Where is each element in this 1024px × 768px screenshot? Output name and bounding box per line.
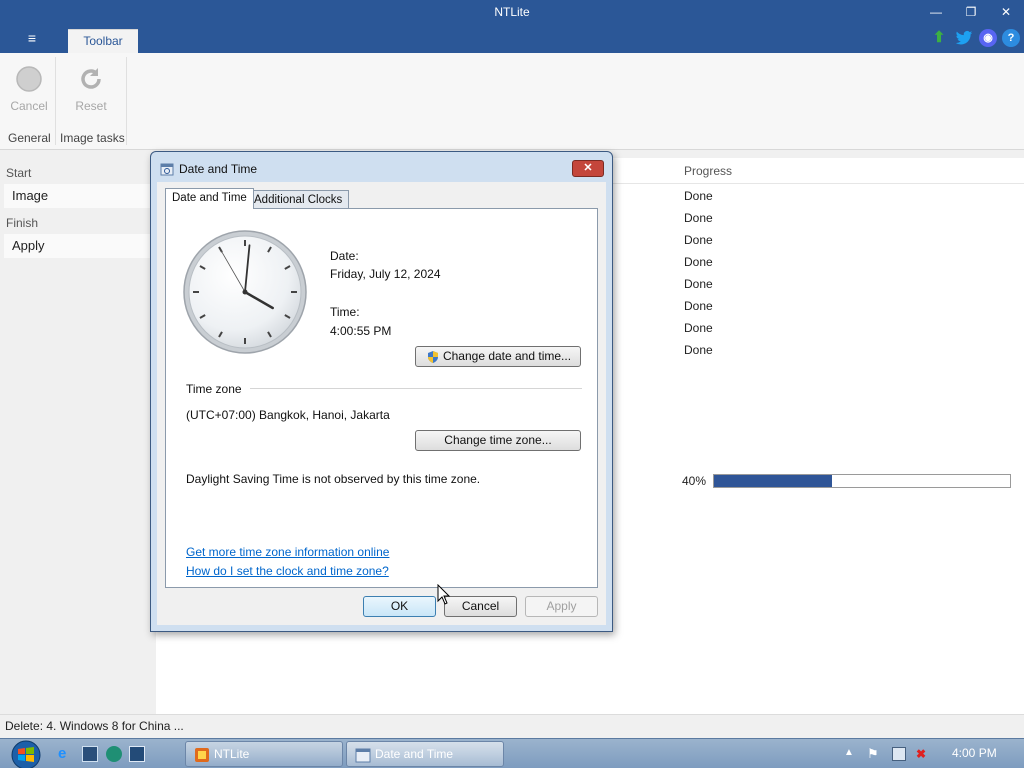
tab-additional-clocks[interactable]: Additional Clocks	[247, 190, 350, 210]
cancel-button[interactable]: Cancel	[444, 596, 517, 617]
reset-button[interactable]: Reset	[67, 61, 115, 117]
dialog-body: Date and Time Additional Clocks Date: Fr…	[157, 182, 606, 625]
dialog-title: Date and Time	[179, 162, 258, 176]
ribbon-tabbar: ≡ Toolbar ⬆ ◉ ?	[0, 24, 1024, 53]
volume-muted-icon[interactable]: ✖	[916, 747, 930, 761]
clock-help-link[interactable]: How do I set the clock and time zone?	[186, 564, 389, 578]
uac-shield-icon	[428, 351, 438, 363]
date-time-dialog: Date and Time ✕ Date and Time Additional…	[150, 151, 613, 632]
progress-item: Done	[684, 233, 713, 247]
header-divider	[612, 183, 1024, 184]
sidebar-start-header: Start	[6, 166, 32, 180]
progress-item: Done	[684, 321, 713, 335]
ok-button[interactable]: OK	[363, 596, 436, 617]
internet-explorer-icon[interactable]: e	[58, 746, 74, 762]
apply-button[interactable]: Apply	[525, 596, 598, 617]
taskbar-item-label: NTLite	[214, 747, 250, 761]
close-button[interactable]: ✕	[994, 3, 1018, 21]
reset-label: Reset	[75, 99, 107, 113]
discord-icon[interactable]: ◉	[979, 29, 997, 47]
app-title: NTLite	[494, 5, 530, 19]
progress-bar-fill	[714, 475, 833, 487]
menu-icon[interactable]: ≡	[18, 30, 46, 48]
mouse-cursor-icon	[437, 584, 451, 605]
ribbon-separator	[126, 57, 127, 145]
date-time-tab-panel: Date: Friday, July 12, 2024 Time: 4:00:5…	[165, 208, 598, 588]
date-value: Friday, July 12, 2024	[330, 267, 441, 281]
ribbon: Cancel Reset General Image tasks	[0, 53, 1024, 150]
show-hidden-icons-icon[interactable]: ▲	[844, 747, 858, 761]
minimize-button[interactable]: —	[924, 3, 948, 21]
progress-bar	[713, 474, 1011, 488]
start-button[interactable]	[8, 740, 44, 768]
progress-item: Done	[684, 277, 713, 291]
taskbar-clock[interactable]: 4:00 PM	[952, 746, 997, 760]
status-bar: Delete: 4. Windows 8 for China ...	[0, 714, 1024, 738]
cancel-button[interactable]: Cancel	[5, 61, 53, 117]
tab-toolbar[interactable]: Toolbar	[68, 29, 138, 53]
sidebar-item-apply[interactable]: Apply	[4, 234, 152, 258]
progress-item: Done	[684, 299, 713, 313]
taskbar-item-ntlite[interactable]: NTLite	[185, 741, 343, 767]
progress-item: Done	[684, 189, 713, 203]
group-image-tasks-label: Image tasks	[60, 131, 125, 145]
taskbar: e NTLite Date and Time ▲ ⚑ ✖ 4:00 PM	[0, 738, 1024, 768]
progress-column-header: Progress	[684, 164, 733, 178]
twitter-icon[interactable]	[955, 29, 973, 47]
sidebar-item-image[interactable]: Image	[4, 184, 152, 208]
group-general-label: General	[8, 131, 51, 145]
tab-date-and-time[interactable]: Date and Time	[165, 188, 254, 209]
show-desktop-icon[interactable]	[82, 746, 98, 762]
dst-note: Daylight Saving Time is not observed by …	[186, 472, 481, 486]
ribbon-separator	[55, 57, 56, 145]
progress-item: Done	[684, 343, 713, 357]
sidebar: Start Image Finish Apply	[0, 158, 156, 714]
time-zone-info-link[interactable]: Get more time zone information online	[186, 545, 389, 559]
cancel-label: Cancel	[10, 99, 48, 113]
progress-percent: 40%	[682, 474, 707, 488]
analog-clock	[183, 230, 307, 354]
taskbar-item-date-time[interactable]: Date and Time	[346, 741, 504, 767]
app-titlebar: NTLite — ❐ ✕	[0, 0, 1024, 24]
ntlite-app-icon	[195, 748, 209, 762]
progress-item: Done	[684, 211, 713, 225]
dialog-close-button[interactable]: ✕	[572, 160, 604, 177]
change-date-time-label: Change date and time...	[442, 349, 572, 363]
timezone-value: (UTC+07:00) Bangkok, Hanoi, Jakarta	[186, 408, 390, 422]
timezone-divider	[250, 388, 582, 389]
date-label: Date:	[330, 249, 359, 263]
refresh-icon	[81, 68, 101, 89]
change-time-zone-button[interactable]: Change time zone...	[415, 430, 581, 451]
time-value: 4:00:55 PM	[330, 324, 392, 338]
progress-item: Done	[684, 255, 713, 269]
calendar-clock-icon	[160, 163, 174, 176]
sidebar-finish-header: Finish	[6, 216, 39, 230]
taskbar-item-label: Date and Time	[375, 747, 454, 761]
update-arrow-icon[interactable]: ⬆	[930, 29, 948, 47]
help-icon[interactable]: ?	[1002, 29, 1020, 47]
change-date-time-button[interactable]: Change date and time...	[415, 346, 581, 367]
media-player-icon[interactable]	[106, 746, 122, 762]
switch-windows-icon[interactable]	[129, 746, 145, 762]
restore-button[interactable]: ❐	[959, 3, 983, 21]
network-icon[interactable]	[892, 747, 906, 761]
timezone-header: Time zone	[186, 382, 242, 396]
cancel-circle-icon	[16, 66, 42, 92]
time-label: Time:	[330, 305, 360, 319]
calendar-clock-icon	[355, 748, 371, 763]
action-center-flag-icon[interactable]: ⚑	[867, 747, 881, 761]
